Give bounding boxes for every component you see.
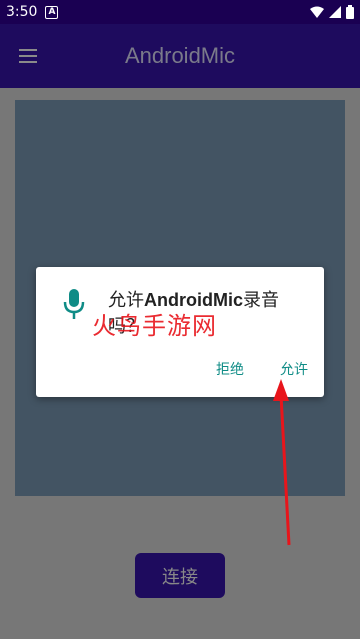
watermark: 火鸟手游网 [92,312,217,340]
connect-button[interactable]: 连接 [135,553,225,598]
signal-icon [329,6,341,18]
status-bar: 3:50 A [0,0,360,24]
status-icons [310,5,354,19]
dialog-actions: 拒绝 允许 [216,359,308,379]
app-bar: AndroidMic [0,24,360,88]
hamburger-menu-icon[interactable] [0,24,56,88]
status-time: 3:50 [6,4,38,20]
wifi-icon [310,6,324,18]
microphone-icon [63,289,85,319]
a-badge-icon: A [45,5,59,19]
deny-button[interactable]: 拒绝 [216,359,244,379]
allow-button[interactable]: 允许 [280,359,308,379]
battery-icon [346,5,354,19]
